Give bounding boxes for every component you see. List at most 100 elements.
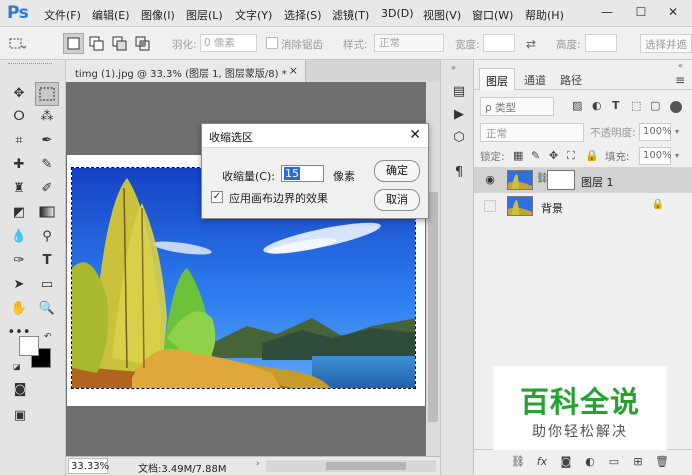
contract-amount-input[interactable]: 15 (281, 165, 324, 182)
adjustment-filter-icon[interactable]: ◐ (592, 99, 602, 112)
lock-position-icon[interactable]: ✥ (549, 149, 558, 162)
dialog-close-icon[interactable]: ✕ (409, 127, 421, 143)
style-select[interactable]: 正常 (374, 34, 444, 52)
apply-canvas-bounds-checkbox[interactable]: ✓ (211, 191, 223, 203)
visibility-eye-icon[interactable]: ◉ (484, 174, 496, 186)
type-tool-icon[interactable]: T (35, 249, 59, 273)
tab-close-icon[interactable]: × (289, 64, 298, 77)
add-to-selection-button[interactable] (86, 33, 107, 54)
actions-play-icon[interactable]: ▶ (449, 105, 469, 125)
tab-layers[interactable]: 图层 (479, 68, 515, 90)
select-and-mask-button[interactable]: 选择并遮 (640, 34, 692, 53)
lock-artboard-icon[interactable]: ⛶ (567, 149, 575, 163)
menu-help[interactable]: 帮助(H) (525, 7, 564, 23)
filter-toggle-icon[interactable] (670, 101, 682, 113)
lock-image-icon[interactable]: ✎ (531, 149, 540, 162)
layer-name[interactable]: 图层 1 (581, 174, 614, 190)
magic-wand-tool-icon[interactable]: ⁂ (35, 105, 59, 129)
width-input[interactable] (483, 34, 515, 52)
menu-view[interactable]: 视图(V) (423, 7, 461, 23)
menu-type[interactable]: 文字(Y) (235, 7, 272, 23)
menu-image[interactable]: 图像(I) (141, 7, 175, 23)
rectangle-tool-icon[interactable]: ▭ (35, 273, 59, 297)
ok-button[interactable]: 确定 (374, 160, 420, 182)
swap-colors-icon[interactable]: ↶ (44, 332, 52, 342)
maximize-button[interactable]: ☐ (632, 3, 650, 21)
lock-transparent-icon[interactable]: ▦ (513, 149, 523, 162)
blur-tool-icon[interactable]: 💧 (7, 225, 31, 249)
dodge-tool-icon[interactable]: ⚲ (35, 225, 59, 249)
gradient-tool-icon[interactable] (35, 201, 59, 225)
menu-file[interactable]: 文件(F) (44, 7, 81, 23)
smart-object-filter-icon[interactable]: ▢ (650, 99, 660, 112)
type-filter-icon[interactable]: T (612, 99, 620, 112)
path-selection-tool-icon[interactable]: ➤ (7, 273, 31, 297)
add-mask-icon[interactable]: ◙ (558, 455, 574, 468)
feather-input[interactable]: 0 像素 (200, 34, 257, 52)
brush-tool-icon[interactable]: ✎ (35, 153, 59, 177)
antialias-checkbox[interactable] (266, 37, 278, 49)
history-brush-tool-icon[interactable]: ✐ (35, 177, 59, 201)
blend-mode-select[interactable]: 正常 (480, 123, 584, 142)
delete-layer-icon[interactable]: 🗑 (654, 455, 670, 468)
link-layers-icon[interactable]: ⛓ (510, 455, 526, 468)
subtract-from-selection-button[interactable] (109, 33, 130, 54)
adjustment-layer-icon[interactable]: ◐ (582, 455, 598, 468)
pen-tool-icon[interactable]: ✑ (7, 249, 31, 273)
eraser-tool-icon[interactable]: ◩ (7, 201, 31, 225)
healing-brush-tool-icon[interactable]: ✚ (7, 153, 31, 177)
minimize-button[interactable]: — (598, 3, 616, 21)
cancel-button[interactable]: 取消 (374, 189, 420, 211)
opacity-dropdown-icon[interactable]: ▾ (675, 127, 679, 136)
history-panel-icon[interactable]: ▤ (449, 82, 469, 102)
tab-paths[interactable]: 路径 (554, 68, 588, 90)
zoom-level-field[interactable]: 33.33% (68, 458, 109, 474)
menu-window[interactable]: 窗口(W) (472, 7, 513, 23)
fill-input[interactable]: 100% (639, 147, 672, 165)
eyedropper-tool-icon[interactable]: ✒ (35, 129, 59, 153)
layer-style-icon[interactable]: fx (534, 455, 550, 468)
menu-edit[interactable]: 编辑(E) (92, 7, 130, 23)
menu-filter[interactable]: 滤镜(T) (332, 7, 369, 23)
layer-mask-thumbnail[interactable] (547, 170, 575, 190)
intersect-selection-button[interactable] (132, 33, 153, 54)
tab-channels[interactable]: 通道 (518, 68, 552, 90)
menu-select[interactable]: 选择(S) (284, 7, 322, 23)
default-colors-icon[interactable]: ◪ (13, 362, 21, 371)
screen-mode-icon[interactable]: ▣ (8, 404, 32, 428)
vertical-scroll-thumb[interactable] (428, 192, 438, 422)
menu-3d[interactable]: 3D(D) (381, 7, 414, 20)
swap-dimensions-icon[interactable]: ⇄ (526, 37, 536, 51)
document-tab[interactable]: timg (1).jpg @ 33.3% (图层 1, 图层蒙版/8) * × (66, 60, 306, 82)
new-group-icon[interactable]: ▭ (606, 455, 622, 468)
new-layer-icon[interactable]: ⊞ (630, 455, 646, 468)
height-input[interactable] (585, 34, 617, 52)
document-size-info[interactable]: 文档:3.49M/7.88M (138, 460, 227, 475)
visibility-toggle[interactable] (484, 200, 496, 212)
3d-panel-icon[interactable]: ⬡ (449, 128, 469, 148)
clone-stamp-tool-icon[interactable]: ♜ (7, 177, 31, 201)
fill-dropdown-icon[interactable]: ▾ (675, 151, 679, 160)
move-tool-icon[interactable]: ✥ (7, 82, 31, 106)
horizontal-scroll-thumb[interactable] (326, 462, 406, 470)
pixel-filter-icon[interactable]: ▨ (572, 99, 582, 112)
crop-tool-icon[interactable]: ⌗ (7, 129, 31, 153)
new-selection-button[interactable] (63, 33, 84, 54)
horizontal-scrollbar[interactable] (266, 460, 436, 472)
zoom-tool-icon[interactable]: 🔍 (35, 297, 59, 321)
opacity-input[interactable]: 100% (639, 123, 672, 141)
lasso-tool-icon[interactable]: ⵔ (7, 105, 31, 129)
layer-row[interactable]: ◉ ⛓ 图层 1 (474, 167, 692, 193)
status-menu-arrow-icon[interactable]: › (256, 459, 260, 469)
panel-menu-icon[interactable]: ≡ (675, 73, 685, 87)
apply-canvas-bounds-label[interactable]: 应用画布边界的效果 (229, 190, 328, 206)
close-window-button[interactable]: ✕ (664, 3, 682, 21)
menu-layer[interactable]: 图层(L) (186, 7, 223, 23)
shape-filter-icon[interactable]: ⬚ (631, 99, 641, 112)
quick-mask-icon[interactable]: ◙ (8, 378, 32, 402)
paragraph-panel-icon[interactable]: ¶ (449, 163, 469, 183)
dock-collapse-icon[interactable]: » (451, 63, 456, 72)
lock-all-icon[interactable]: 🔒 (585, 149, 599, 162)
layer-row[interactable]: 背景 🔒 (474, 193, 692, 219)
rect-marquee-tool-icon[interactable] (35, 82, 59, 106)
